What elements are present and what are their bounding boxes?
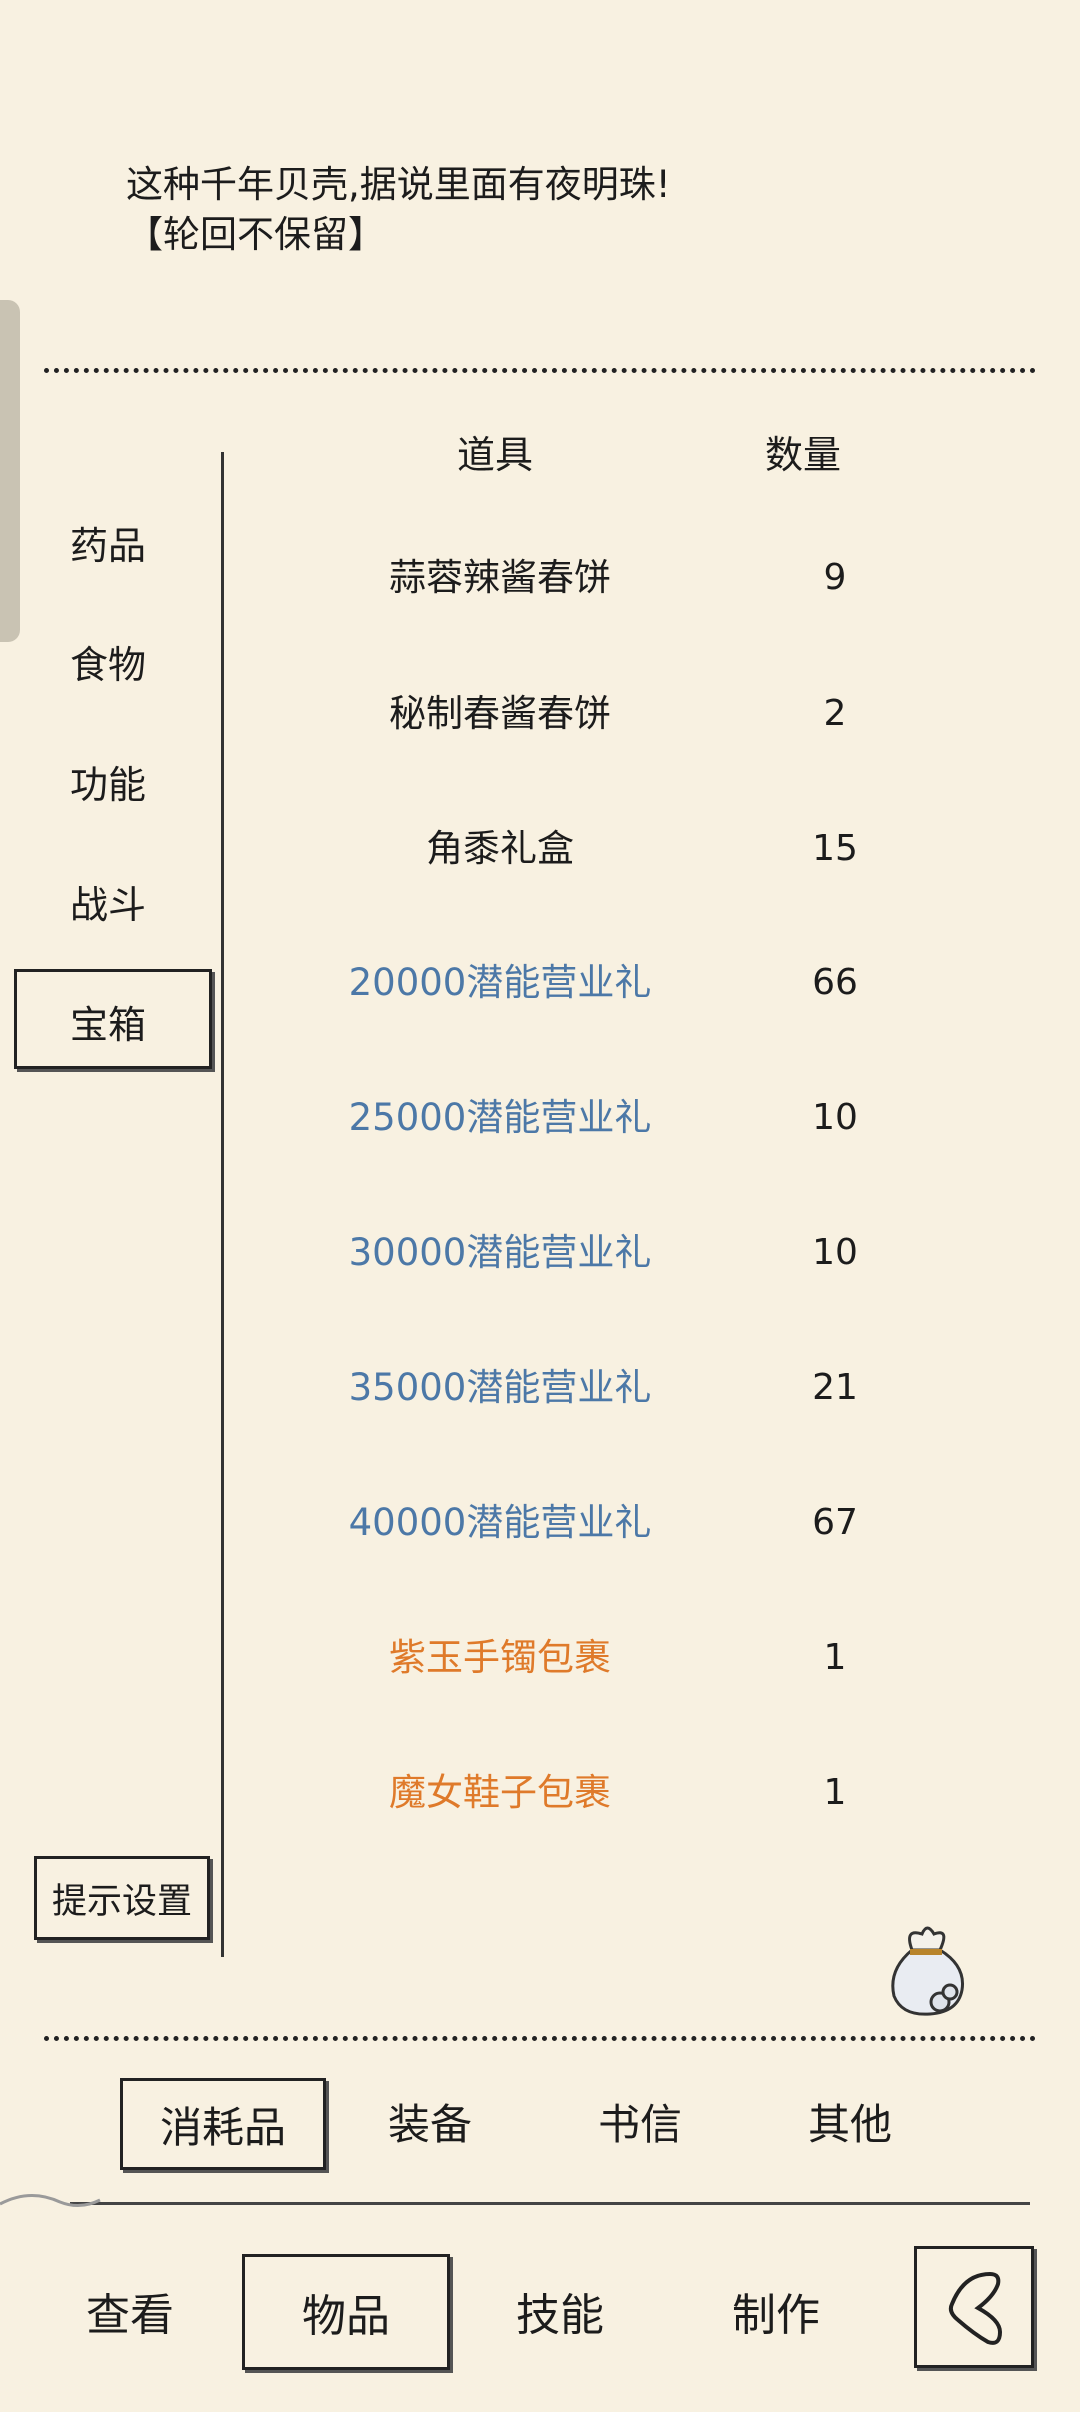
category-medicine[interactable]: 药品 (70, 515, 146, 570)
item-name: 蒜蓉辣酱春饼 (389, 556, 611, 599)
category-function[interactable]: 功能 (70, 754, 146, 809)
nav-crafting[interactable]: 制作 (686, 2266, 866, 2356)
bottom-divider (44, 2036, 1036, 2041)
bag-icon[interactable] (882, 1920, 972, 2020)
table-row[interactable]: 角黍礼盒 15 (230, 819, 1010, 879)
item-qty: 1 (823, 1637, 847, 1678)
table-row[interactable]: 秘制春酱春饼 2 (230, 684, 1010, 744)
header-item: 道具 (457, 433, 534, 477)
nav-skills[interactable]: 技能 (470, 2266, 650, 2356)
table-row[interactable]: 蒜蓉辣酱春饼 9 (230, 548, 1010, 608)
item-name: 35000潜能营业礼 (348, 1366, 652, 1409)
nav-separator (70, 2202, 1030, 2205)
tab-letters[interactable]: 书信 (550, 2078, 730, 2164)
table-row[interactable]: 紫玉手镯包裹 1 (230, 1628, 1010, 1688)
item-qty: 15 (812, 828, 858, 869)
item-qty: 9 (823, 557, 847, 598)
sidebar-divider (221, 452, 224, 1957)
item-name: 20000潜能营业礼 (348, 961, 652, 1004)
nav-items[interactable]: 物品 (242, 2254, 450, 2370)
description-line-1: 这种千年贝壳,据说里面有夜明珠! (126, 163, 671, 206)
header-quantity: 数量 (765, 433, 842, 477)
tab-other[interactable]: 其他 (760, 2078, 940, 2164)
item-name: 30000潜能营业礼 (348, 1231, 652, 1274)
item-description: 这种千年贝壳,据说里面有夜明珠! 【轮回不保留】 (126, 160, 671, 260)
item-qty: 66 (812, 962, 858, 1003)
nav-view[interactable]: 查看 (40, 2266, 220, 2356)
category-chest[interactable]: 宝箱 (70, 994, 146, 1049)
side-handle[interactable] (0, 300, 20, 642)
item-qty: 21 (812, 1367, 858, 1408)
item-name: 角黍礼盒 (426, 827, 574, 870)
tab-consumables[interactable]: 消耗品 (120, 2078, 326, 2170)
back-icon (948, 2271, 1003, 2345)
table-row[interactable]: 30000潜能营业礼 10 (230, 1223, 1010, 1283)
item-name: 25000潜能营业礼 (348, 1096, 652, 1139)
category-combat[interactable]: 战斗 (70, 874, 146, 929)
item-name: 紫玉手镯包裹 (389, 1636, 611, 1679)
table-row[interactable]: 35000潜能营业礼 21 (230, 1358, 1010, 1418)
back-button[interactable] (914, 2246, 1034, 2368)
table-row[interactable]: 25000潜能营业礼 10 (230, 1088, 1010, 1148)
swirl-decoration (0, 2193, 101, 2207)
hint-settings-button[interactable]: 提示设置 (34, 1856, 210, 1940)
item-qty: 10 (812, 1097, 858, 1138)
item-qty: 67 (812, 1502, 858, 1543)
item-name: 秘制春酱春饼 (389, 692, 611, 735)
table-row[interactable]: 40000潜能营业礼 67 (230, 1493, 1010, 1553)
category-food[interactable]: 食物 (70, 634, 146, 689)
item-qty: 10 (812, 1232, 858, 1273)
tab-equipment[interactable]: 装备 (340, 2078, 520, 2164)
item-name: 40000潜能营业礼 (348, 1501, 652, 1544)
top-divider (44, 368, 1036, 373)
item-qty: 1 (823, 1772, 847, 1813)
item-name: 魔女鞋子包裹 (389, 1771, 611, 1814)
table-row[interactable]: 20000潜能营业礼 66 (230, 953, 1010, 1013)
description-line-2: 【轮回不保留】 (126, 213, 385, 256)
table-row[interactable]: 魔女鞋子包裹 1 (230, 1763, 1010, 1823)
item-qty: 2 (823, 693, 847, 734)
